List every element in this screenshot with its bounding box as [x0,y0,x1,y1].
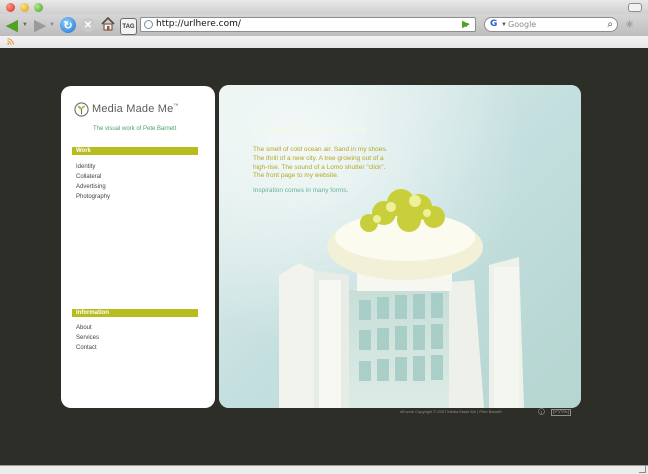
search-icon[interactable]: ⌕ [607,19,613,30]
home-icon [101,16,115,31]
hero-line: The smell of cold ocean air. Sand in my … [253,146,388,153]
nav-link-contact[interactable]: Contact [76,343,99,353]
hero-title: October 2006. Vancouver [253,125,367,136]
nav-link-identity[interactable]: Identity [76,162,110,172]
vertical-scrollbar[interactable] [642,48,648,466]
toolbar-toggle-button[interactable] [628,3,642,12]
nav-link-photography[interactable]: Photography [76,192,110,202]
nav-link-services[interactable]: Services [76,333,99,343]
rss-feed-icon[interactable] [7,38,14,45]
site-globe-icon [144,20,153,29]
site-tagline: The visual work of Pete Barnett [93,126,177,132]
hero-tagline: Inspiration comes in many forms. [253,187,349,194]
hero-line: high-rise. The sound of a Lomo shutter "… [253,163,386,171]
home-button[interactable] [100,16,116,32]
url-text: http://urlhere.com/ [156,19,241,29]
browser-window: ◀ ▼ ▶ ▼ ↻ ✕ TAG http://urlhere.com/ ▼ ▶ … [0,0,648,474]
footer-sprout-icon [538,408,545,415]
sidebar-panel: Media Made Me™ The visual work of Pete B… [61,86,215,408]
trademark-symbol: ™ [173,103,179,109]
hero-paragraph: The smell of cold ocean air. Sand in my … [253,146,403,181]
tag-button[interactable]: TAG [120,18,137,35]
url-bar[interactable]: http://urlhere.com/ ▼ [140,17,476,32]
title-bar [0,0,648,15]
close-window-button[interactable] [6,3,15,12]
information-nav-list: About Services Contact [76,323,99,353]
go-button[interactable]: ▶ [462,19,475,31]
search-bar[interactable]: G ▼ Google ⌕ [484,17,618,32]
status-bar [0,465,648,474]
forward-history-dropdown-icon[interactable]: ▼ [49,22,55,28]
footer-copyright: All work Copyright © 2007 Media Made Me … [400,409,502,414]
logo-text: Media Made Me [92,103,174,115]
hero-panel: October 2006. Vancouver The smell of col… [219,85,581,408]
minimize-window-button[interactable] [20,3,29,12]
site-logo[interactable]: Media Made Me™ [92,103,179,115]
footer-badge[interactable]: [PVVE] [551,409,572,416]
sprout-logo-icon [74,102,89,117]
resize-grip-icon[interactable] [639,466,646,473]
nav-link-collateral[interactable]: Collateral [76,172,110,182]
back-button[interactable]: ◀ [3,16,21,34]
hero-line: The thrill of a new city. A tree growing… [253,154,384,162]
back-history-dropdown-icon[interactable]: ▼ [22,22,28,28]
reload-button[interactable]: ↻ [60,17,76,33]
zoom-window-button[interactable] [34,3,43,12]
work-section-header: Work [72,147,198,155]
nav-link-about[interactable]: About [76,323,99,333]
navigation-toolbar: ◀ ▼ ▶ ▼ ↻ ✕ TAG http://urlhere.com/ ▼ ▶ … [0,14,648,36]
forward-button[interactable]: ▶ [31,16,49,34]
search-placeholder: Google [508,20,537,29]
work-nav-list: Identity Collateral Advertising Photogra… [76,162,110,202]
search-engine-icon[interactable]: G [490,19,497,29]
hero-line: The front page to my website. [253,172,339,180]
information-section-header: Information [72,309,198,317]
stop-button[interactable]: ✕ [81,18,95,32]
nav-link-advertising[interactable]: Advertising [76,182,110,192]
tag-label: TAG [122,23,135,30]
activity-spinner-icon: ✳ [625,19,635,31]
search-engine-dropdown-icon[interactable]: ▼ [501,22,507,28]
